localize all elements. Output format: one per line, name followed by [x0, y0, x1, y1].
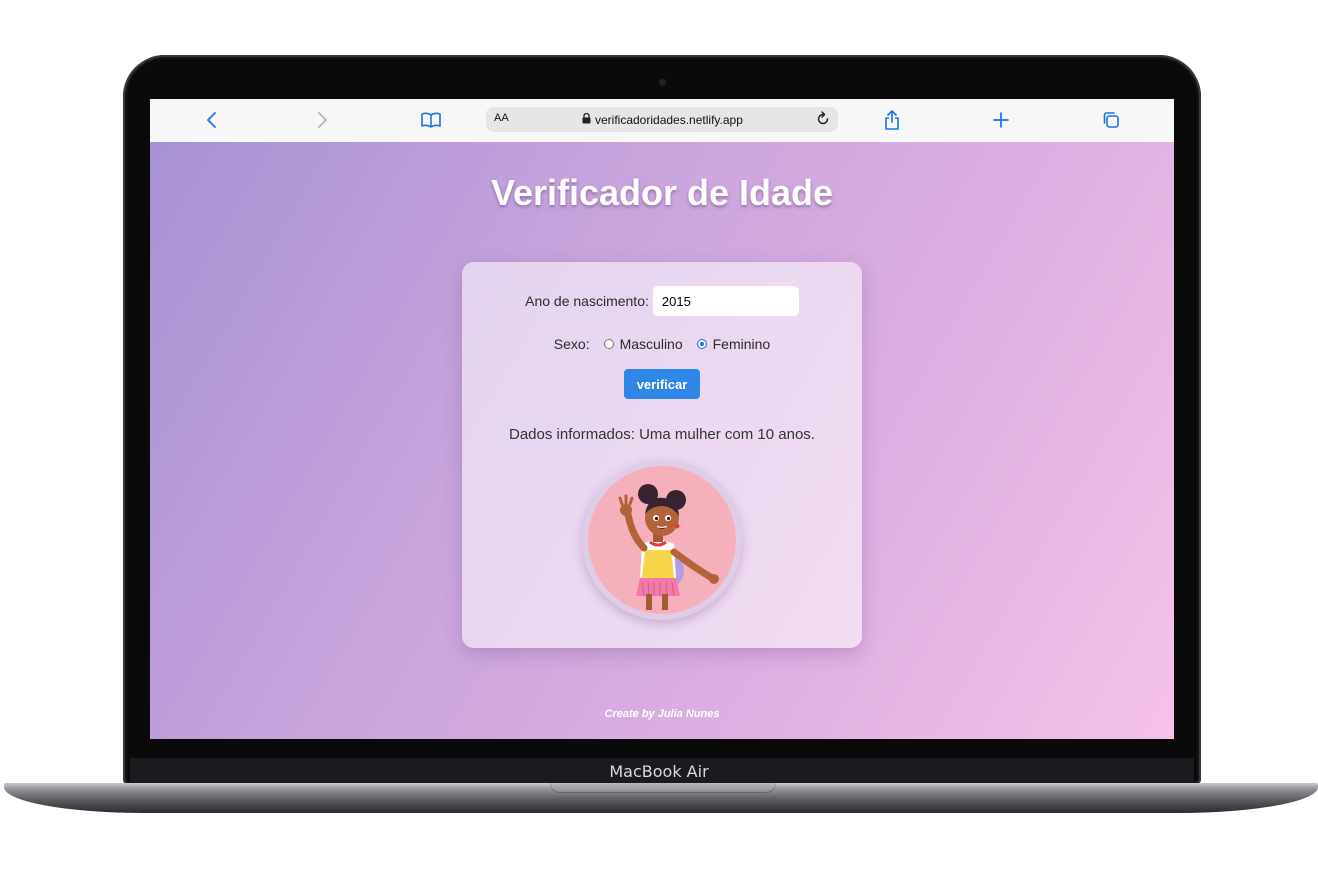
footer-credit: Create by Julia Nunes [604, 708, 720, 720]
radio-feminino-label[interactable]: Feminino [713, 336, 771, 352]
verify-button[interactable]: verificar [624, 369, 700, 399]
sex-label: Sexo: [553, 336, 590, 352]
radio-masculino-label[interactable]: Masculino [620, 336, 683, 352]
back-icon[interactable] [198, 107, 226, 133]
url-text: verificadoridades.netlify.app [595, 113, 743, 127]
year-input[interactable] [652, 286, 799, 316]
sex-row: Sexo: Masculino Feminino [462, 336, 862, 352]
camera [659, 79, 666, 86]
girl-illustration [588, 466, 736, 614]
device-label: MacBook Air [609, 762, 709, 781]
web-page: Verificador de Idade Ano de nascimento: … [150, 142, 1174, 739]
tabs-icon[interactable] [1097, 107, 1125, 133]
forward-icon[interactable] [308, 107, 336, 133]
laptop-notch [550, 783, 776, 793]
screen: AA verificadoridades.netlify.app Verific… [150, 99, 1174, 739]
reload-icon[interactable] [814, 110, 832, 128]
radio-masculino[interactable] [603, 339, 614, 349]
radio-feminino[interactable] [696, 339, 707, 349]
text-size-button[interactable]: AA [494, 112, 509, 124]
bookmarks-icon[interactable] [417, 107, 445, 133]
address-bar[interactable]: AA verificadoridades.netlify.app [486, 107, 838, 132]
browser-toolbar: AA verificadoridades.netlify.app [150, 99, 1174, 143]
url-display[interactable]: verificadoridades.netlify.app [582, 112, 743, 127]
lock-icon [582, 112, 591, 127]
result-text: Dados informados: Uma mulher com 10 anos… [509, 426, 815, 443]
page-title: Verificador de Idade [490, 172, 834, 213]
form-card: Ano de nascimento: Sexo: Masculino Femin… [462, 262, 862, 648]
new-tab-icon[interactable] [987, 107, 1015, 133]
result-image-frame [582, 460, 742, 620]
year-row: Ano de nascimento: [462, 286, 862, 316]
share-icon[interactable] [878, 107, 906, 133]
year-label: Ano de nascimento: [525, 293, 649, 309]
